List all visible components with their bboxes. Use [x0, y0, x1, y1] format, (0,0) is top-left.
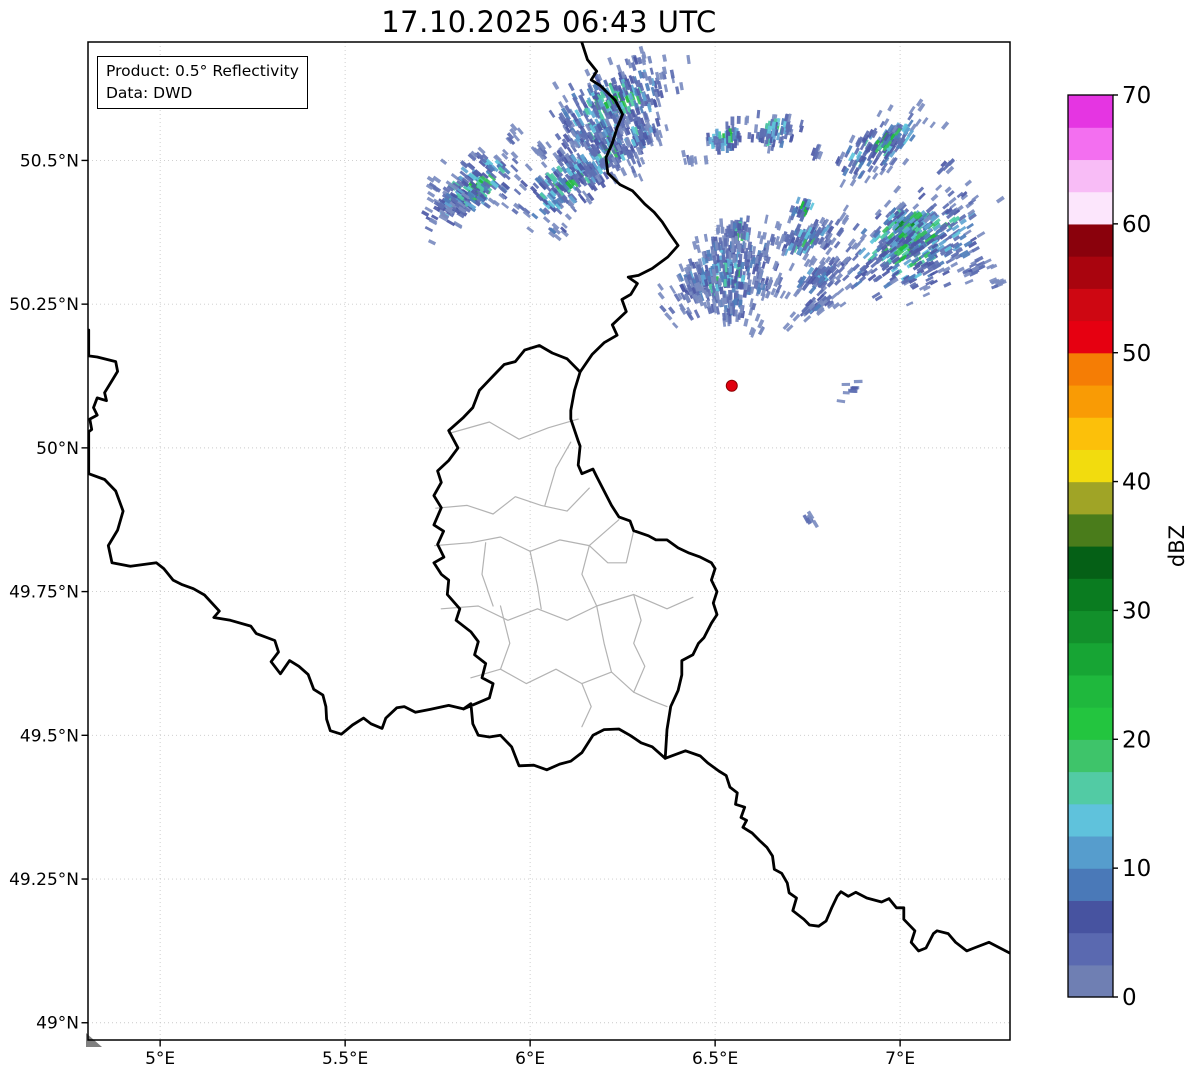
x-tick-label: 5.5°E [322, 1049, 368, 1069]
colorbar-tick-label: 60 [1122, 212, 1151, 238]
radar-echo-layer [421, 45, 1007, 529]
y-tick-label: 49.5°N [20, 726, 79, 746]
plot-frame [87, 41, 1011, 1041]
colorbar-tick-label: 40 [1122, 470, 1151, 496]
x-tick-label: 7°E [885, 1049, 915, 1069]
colorbar-tick-label: 70 [1122, 83, 1151, 109]
y-tick-label: 49°N [36, 1014, 79, 1034]
y-tick-label: 50.5°N [20, 151, 79, 171]
radar-figure: 17.10.2025 06:43 UTC 5°E 5.5°E 6°E 6.5°E 7°E… [0, 0, 1202, 1081]
product-line: Product: 0.5° Reflectivity [106, 62, 299, 80]
y-tick-label: 49.25°N [9, 870, 79, 890]
y-tick-label: 50.25°N [9, 295, 79, 315]
colorbar-tick-label: 30 [1122, 598, 1151, 624]
colorbar-tick-label: 20 [1122, 727, 1151, 753]
colorbar: 0 10 20 30 40 50 60 70 [1067, 83, 1151, 1011]
grid-lines [88, 42, 1010, 1040]
colorbar-unit-label: dBZ [1165, 524, 1189, 568]
y-tick-label: 50°N [36, 439, 79, 459]
radar-site-marker [725, 379, 738, 392]
colorbar-tick-label: 50 [1122, 341, 1151, 367]
colorbar-tick-label: 0 [1122, 985, 1137, 1011]
x-tick-label: 6.5°E [692, 1049, 738, 1069]
map-plot: 5°E 5.5°E 6°E 6.5°E 7°E 49°N 49.25°N 49.5°N 49.7… [9, 41, 1151, 1069]
colorbar-tick-label: 10 [1122, 856, 1151, 882]
data-source-line: Data: DWD [106, 84, 193, 102]
x-tick-label: 5°E [145, 1049, 175, 1069]
x-tick-label: 6°E [515, 1049, 545, 1069]
admin-borders [434, 418, 694, 728]
y-tick-label: 49.75°N [9, 583, 79, 603]
product-info-box: Product: 0.5° Reflectivity Data: DWD [97, 56, 308, 109]
